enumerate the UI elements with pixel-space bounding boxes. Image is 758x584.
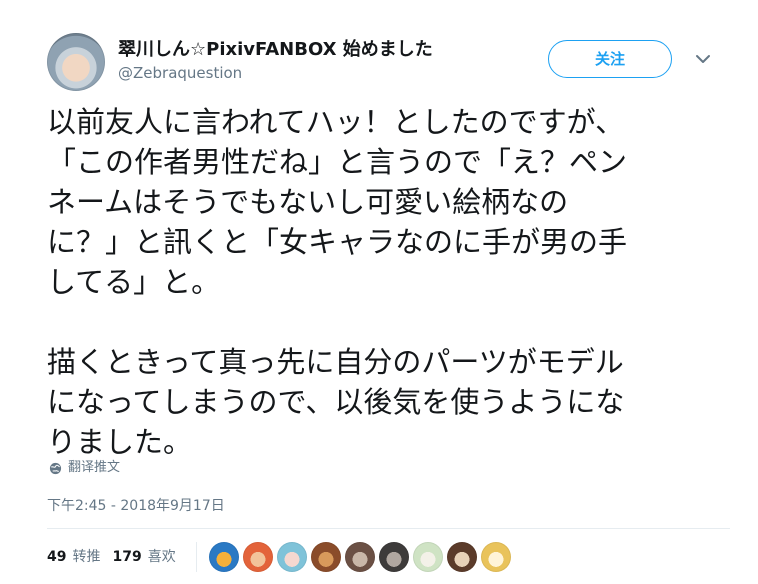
retweets-count: 49: [47, 549, 67, 565]
tweet-text: 以前友人に言われてハッ！としたのですが、 「この作者男性だね」と言うので「え？ペ…: [47, 105, 628, 459]
liker-avatar[interactable]: [447, 542, 477, 572]
translate-label: 翻译推文: [68, 460, 121, 475]
likes-stat[interactable]: 179 喜欢: [112, 547, 175, 567]
liker-avatar[interactable]: [209, 542, 239, 572]
divider: [47, 528, 730, 529]
tweet-card: 翠川しん☆PixivFANBOX 始めました @Zebraquestion 关注…: [0, 0, 758, 584]
liker-avatars: [209, 542, 511, 572]
liker-avatar[interactable]: [277, 542, 307, 572]
retweets-stat[interactable]: 49 转推: [47, 547, 100, 567]
liker-avatar[interactable]: [379, 542, 409, 572]
translate-tweet-link[interactable]: 翻译推文: [49, 460, 120, 476]
globe-icon: [49, 462, 62, 474]
follow-button[interactable]: 关注: [548, 40, 672, 78]
liker-avatar[interactable]: [481, 542, 511, 572]
chevron-down-icon[interactable]: [694, 50, 712, 68]
liker-avatar[interactable]: [243, 542, 273, 572]
likes-count: 179: [112, 549, 142, 565]
stats-separator: [196, 542, 197, 572]
timestamp[interactable]: 下午2:45 - 2018年9月17日: [47, 497, 225, 515]
liker-avatar[interactable]: [345, 542, 375, 572]
display-name[interactable]: 翠川しん☆PixivFANBOX 始めました: [118, 39, 433, 61]
screen-name[interactable]: @Zebraquestion: [118, 64, 242, 82]
avatar[interactable]: [47, 33, 105, 91]
retweets-label: 转推: [72, 549, 101, 565]
stats-bar: 49 转推 179 喜欢: [47, 547, 188, 567]
likes-label: 喜欢: [147, 549, 176, 565]
liker-avatar[interactable]: [413, 542, 443, 572]
liker-avatar[interactable]: [311, 542, 341, 572]
